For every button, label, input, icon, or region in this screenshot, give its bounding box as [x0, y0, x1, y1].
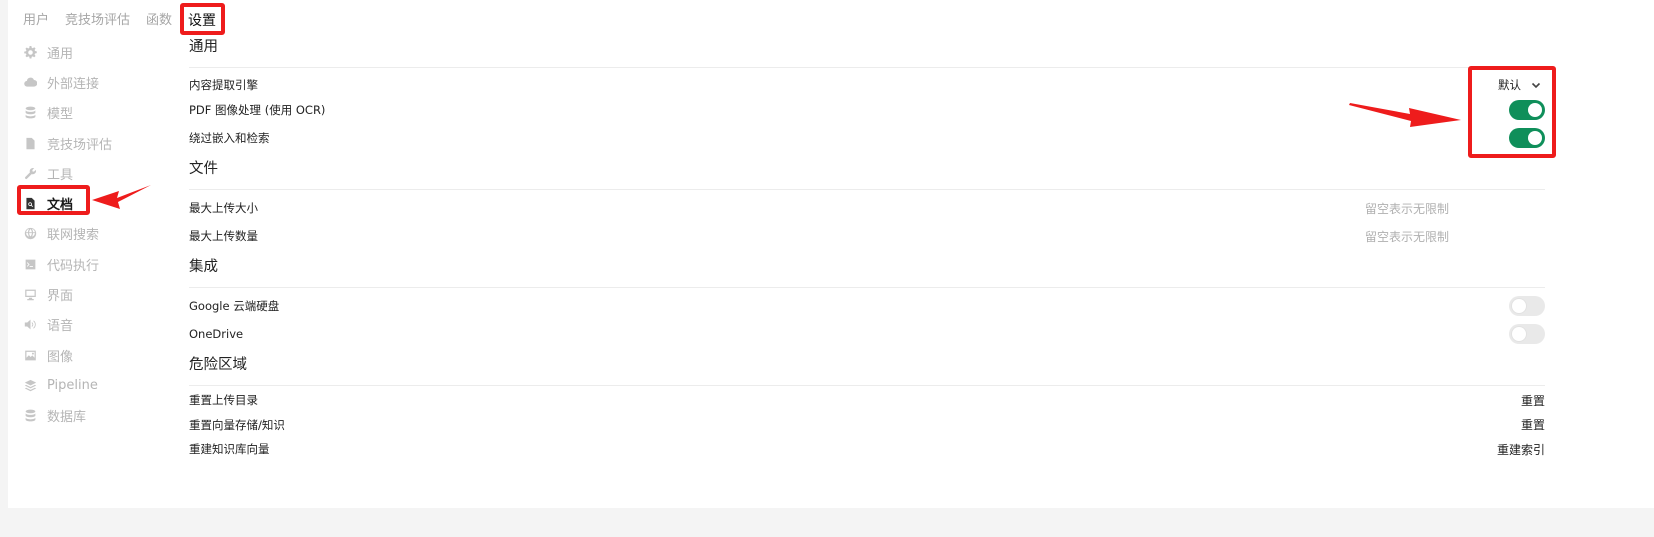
google-drive-row: Google 云端硬盘	[189, 292, 1545, 320]
sidebar-item-label: 竞技场评估	[47, 137, 113, 153]
max-upload-count-label: 最大上传数量	[189, 229, 258, 243]
sidebar-item-images[interactable]: 图像	[23, 340, 153, 370]
onedrive-row: OneDrive	[189, 320, 1545, 348]
sidebar-item-database[interactable]: 数据库	[23, 401, 153, 431]
tab-arena-evaluation[interactable]: 竞技场评估	[65, 11, 130, 31]
layers-icon	[23, 378, 37, 392]
sidebar-item-label: 外部连接	[47, 76, 100, 92]
sidebar-item-label: 联网搜索	[47, 228, 100, 244]
terminal-icon	[23, 257, 37, 271]
max-upload-size-label: 最大上传大小	[189, 201, 258, 215]
sidebar-item-pipeline[interactable]: Pipeline	[23, 370, 153, 400]
onedrive-toggle[interactable]	[1509, 324, 1545, 344]
pdf-ocr-row: PDF 图像处理 (使用 OCR)	[189, 96, 1545, 124]
section-title-general: 通用	[189, 39, 218, 55]
reindex-knowledge-row: 重建知识库向量 重建索引	[189, 437, 1545, 462]
sidebar-item-label: Pipeline	[47, 377, 98, 393]
documents-settings-panel: 通用 内容提取引擎 默认 PDF 图像处理 (使用 OCR) 绕过嵌入和检索 文…	[189, 36, 1545, 462]
sidebar-item-external-connections[interactable]: 外部连接	[23, 67, 153, 97]
section-title-files: 文件	[189, 161, 218, 177]
sidebar-item-models[interactable]: 模型	[23, 98, 153, 128]
sidebar-item-tools[interactable]: 工具	[23, 158, 153, 188]
sidebar-item-label: 语音	[47, 319, 74, 335]
sidebar-item-label: 模型	[47, 107, 74, 123]
tab-functions[interactable]: 函数	[146, 11, 172, 31]
bottom-edge-strip	[0, 508, 1654, 537]
image-icon	[23, 348, 37, 362]
sidebar-item-arena-evaluation[interactable]: 竞技场评估	[23, 128, 153, 158]
sidebar-item-audio[interactable]: 语音	[23, 310, 153, 340]
reset-vector-storage-row: 重置向量存储/知识 重置	[189, 413, 1545, 438]
reset-vector-storage-button[interactable]: 重置	[1521, 416, 1545, 433]
cloud-icon	[23, 75, 37, 89]
reindex-knowledge-label: 重建知识库向量	[189, 442, 270, 457]
reset-upload-dir-label: 重置上传目录	[189, 393, 258, 408]
annotation-highlight-settings-tab	[180, 3, 225, 35]
sidebar-item-label: 数据库	[47, 410, 87, 426]
bypass-embedding-row: 绕过嵌入和检索	[189, 124, 1545, 152]
gear-icon	[23, 45, 37, 59]
max-upload-count-input[interactable]: 留空表示无限制	[1365, 228, 1449, 245]
document-icon	[23, 136, 37, 150]
database-icon	[23, 106, 37, 120]
max-upload-size-input[interactable]: 留空表示无限制	[1365, 200, 1449, 217]
sidebar-item-label: 图像	[47, 349, 74, 365]
section-title-danger-zone: 危险区域	[189, 357, 247, 373]
sidebar-item-label: 代码执行	[47, 258, 100, 274]
annotation-highlight-general-controls	[1468, 66, 1556, 158]
wrench-icon	[23, 166, 37, 180]
reset-vector-storage-label: 重置向量存储/知识	[189, 417, 285, 432]
reset-upload-dir-row: 重置上传目录 重置	[189, 388, 1545, 413]
reindex-knowledge-button[interactable]: 重建索引	[1497, 441, 1545, 458]
sidebar-item-label: 通用	[47, 46, 74, 62]
sidebar-item-general[interactable]: 通用	[23, 37, 153, 67]
sidebar-item-web-search[interactable]: 联网搜索	[23, 219, 153, 249]
bypass-embedding-label: 绕过嵌入和检索	[189, 131, 270, 145]
sidebar-item-interface[interactable]: 界面	[23, 279, 153, 309]
max-upload-count-row: 最大上传数量 留空表示无限制	[189, 222, 1545, 250]
google-drive-toggle[interactable]	[1509, 296, 1545, 316]
annotation-highlight-documents-item	[17, 185, 90, 215]
sidebar-item-code-execution[interactable]: 代码执行	[23, 249, 153, 279]
onedrive-label: OneDrive	[189, 327, 244, 341]
speaker-icon	[23, 318, 37, 332]
google-drive-label: Google 云端硬盘	[189, 299, 280, 313]
sidebar-item-label: 界面	[47, 289, 74, 305]
section-title-integrations: 集成	[189, 259, 218, 275]
database-icon	[23, 409, 37, 423]
pdf-ocr-label: PDF 图像处理 (使用 OCR)	[189, 103, 326, 117]
toggle-knob	[1512, 299, 1526, 313]
settings-sidebar: 通用 外部连接 模型 竞技场评估 工具 文档 联网搜索 代码执行 界面 语音 图…	[23, 37, 153, 431]
monitor-icon	[23, 288, 37, 302]
max-upload-size-row: 最大上传大小 留空表示无限制	[189, 194, 1545, 222]
left-edge-strip	[0, 0, 8, 537]
content-engine-label: 内容提取引擎	[189, 78, 258, 92]
reset-upload-dir-button[interactable]: 重置	[1521, 392, 1545, 409]
toggle-knob	[1512, 327, 1526, 341]
sidebar-item-label: 工具	[47, 167, 74, 183]
content-engine-row: 内容提取引擎 默认	[189, 74, 1545, 96]
tab-users[interactable]: 用户	[23, 11, 49, 31]
globe-icon	[23, 227, 37, 241]
